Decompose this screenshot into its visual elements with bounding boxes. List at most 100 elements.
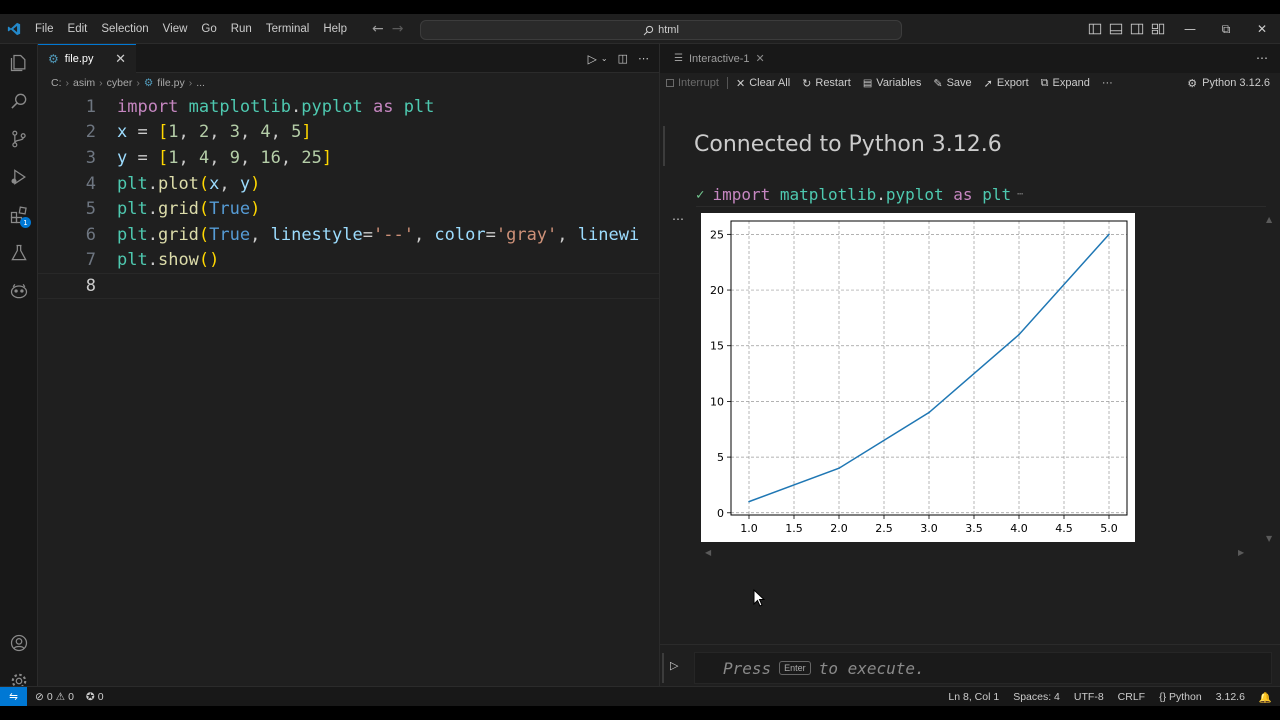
menu-selection[interactable]: Selection bbox=[94, 14, 155, 44]
run-debug-icon[interactable] bbox=[0, 158, 38, 196]
status-bar: ⇋ ⊘ 0 ⚠ 0 ✪ 0 Ln 8, Col 1 Spaces: 4 UTF-… bbox=[0, 686, 1280, 707]
code-input-field[interactable]: Press Enter to execute. bbox=[694, 652, 1272, 684]
breadcrumb-item[interactable]: file.py bbox=[157, 77, 184, 89]
arrow-back-icon[interactable]: ← bbox=[372, 21, 384, 37]
menu-go[interactable]: Go bbox=[194, 14, 223, 44]
testing-flask-icon[interactable] bbox=[0, 234, 38, 272]
source-control-icon[interactable] bbox=[0, 120, 38, 158]
scroll-left-icon[interactable]: ◀ bbox=[705, 548, 711, 557]
scroll-right-icon[interactable]: ▶ bbox=[1238, 548, 1244, 557]
executed-cell[interactable]: ✓ import matplotlib.pyplot as plt ⋯ bbox=[696, 183, 1266, 207]
breadcrumb: C: › asim › cyber › ⚙ file.py › ... bbox=[38, 73, 659, 93]
account-icon[interactable] bbox=[0, 624, 38, 662]
vscode-logo-icon bbox=[0, 14, 28, 44]
scroll-up-icon[interactable]: ▲ bbox=[1266, 215, 1272, 224]
toggle-panel-icon[interactable] bbox=[1109, 22, 1123, 36]
customize-layout-icon[interactable] bbox=[1151, 22, 1165, 36]
toggle-primary-sidebar-icon[interactable] bbox=[1088, 22, 1102, 36]
line-ending[interactable]: CRLF bbox=[1118, 691, 1145, 703]
save-label: Save bbox=[946, 77, 972, 89]
x-tick-label: 1.0 bbox=[740, 522, 758, 535]
status-right: Ln 8, Col 1 Spaces: 4 UTF-8 CRLF {} Pyth… bbox=[948, 687, 1272, 707]
plot-output: 1.0 1.5 2.0 2.5 3.0 3.5 4.0 4.5 5.0 0 5 10 15 20 25 bbox=[701, 213, 1135, 542]
restart-button[interactable]: ↻ Restart bbox=[796, 73, 857, 93]
y-tick-label: 25 bbox=[710, 228, 724, 241]
explorer-icon[interactable] bbox=[0, 44, 38, 82]
menu-terminal[interactable]: Terminal bbox=[259, 14, 316, 44]
minimize-icon[interactable]: — bbox=[1172, 14, 1208, 44]
problems-indicator[interactable]: ⊘ 0 ⚠ 0 bbox=[35, 691, 74, 703]
toggle-secondary-sidebar-icon[interactable] bbox=[1130, 22, 1144, 36]
clear-all-button[interactable]: ✕ Clear All bbox=[730, 73, 796, 93]
menu-edit[interactable]: Edit bbox=[61, 14, 95, 44]
interrupt-button[interactable]: Interrupt bbox=[660, 73, 725, 93]
success-check-icon: ✓ bbox=[696, 186, 705, 203]
copilot-icon[interactable] bbox=[0, 272, 38, 310]
expand-button[interactable]: ⧉ Expand bbox=[1035, 73, 1096, 93]
run-cell-icon[interactable]: ▷ bbox=[670, 659, 678, 672]
close-tab-icon[interactable]: ✕ bbox=[115, 51, 126, 67]
letterbox-bottom bbox=[0, 706, 1280, 720]
cursor-position[interactable]: Ln 8, Col 1 bbox=[948, 691, 999, 703]
more-actions-icon[interactable]: ⋯ bbox=[638, 52, 649, 65]
code-text: x = [1, 2, 3, 4, 5] bbox=[117, 122, 312, 143]
breadcrumb-item[interactable]: C: bbox=[51, 77, 62, 89]
line-chart: 1.0 1.5 2.0 2.5 3.0 3.5 4.0 4.5 5.0 0 5 10 15 20 25 bbox=[710, 220, 1128, 535]
run-dropdown-icon[interactable]: ⌄ bbox=[601, 54, 608, 63]
toolbar-more-button[interactable]: ··· bbox=[1096, 73, 1119, 93]
code-line: 2 x = [1, 2, 3, 4, 5] bbox=[38, 120, 659, 146]
export-button[interactable]: ➚ Export bbox=[978, 73, 1035, 93]
restart-icon: ↻ bbox=[802, 77, 812, 90]
menu-run[interactable]: Run bbox=[224, 14, 259, 44]
save-button[interactable]: ✎ Save bbox=[927, 73, 977, 93]
code-text: plt.grid(True) bbox=[117, 199, 261, 220]
search-view-icon[interactable] bbox=[0, 82, 38, 120]
chevron-right-icon: › bbox=[136, 77, 140, 89]
arrow-forward-icon[interactable]: → bbox=[392, 21, 404, 37]
split-editor-icon[interactable]: ◫ bbox=[618, 52, 628, 65]
extensions-icon[interactable]: 1 bbox=[0, 196, 38, 234]
output-more-icon[interactable]: ⋯ bbox=[672, 212, 684, 226]
line-number: 3 bbox=[85, 147, 96, 168]
menu-file[interactable]: File bbox=[28, 14, 61, 44]
close-tab-icon[interactable]: ✕ bbox=[756, 52, 765, 65]
ports-indicator[interactable]: ✪ 0 bbox=[86, 691, 104, 703]
data-point bbox=[1108, 233, 1110, 236]
close-window-icon[interactable]: ✕ bbox=[1244, 14, 1280, 44]
line-number: 5 bbox=[85, 199, 96, 220]
code-line: 6 plt.grid(True, linestyle='--', color='… bbox=[38, 222, 659, 248]
breadcrumb-item[interactable]: asim bbox=[73, 77, 95, 89]
encoding[interactable]: UTF-8 bbox=[1074, 691, 1104, 703]
data-point bbox=[928, 411, 930, 414]
code-editor[interactable]: 1 import matplotlib.pyplot as plt 2 x = … bbox=[38, 94, 659, 654]
run-python-file-icon[interactable]: ▷ bbox=[588, 52, 597, 66]
breadcrumb-item[interactable]: ... bbox=[196, 77, 205, 89]
code-line: 3 y = [1, 4, 9, 16, 25] bbox=[38, 145, 659, 171]
tab-interactive-1[interactable]: ☰ Interactive-1 ✕ bbox=[666, 44, 773, 73]
x-tick-label: 4.0 bbox=[1010, 522, 1028, 535]
code-line: 5 plt.grid(True) bbox=[38, 196, 659, 222]
indentation[interactable]: Spaces: 4 bbox=[1013, 691, 1060, 703]
more-actions-icon[interactable]: ⋯ bbox=[1256, 44, 1268, 73]
expand-icon: ⧉ bbox=[1040, 76, 1049, 89]
remote-indicator-icon[interactable]: ⇋ bbox=[0, 686, 27, 707]
command-center[interactable]: html bbox=[420, 20, 902, 40]
tab-file-py[interactable]: ⚙ file.py ✕ bbox=[38, 44, 136, 73]
warning-count: 0 bbox=[68, 690, 74, 703]
kernel-picker[interactable]: ⚙ Python 3.12.6 bbox=[1187, 73, 1270, 93]
restore-icon[interactable]: ⧉ bbox=[1208, 14, 1244, 44]
breadcrumb-item[interactable]: cyber bbox=[107, 77, 133, 89]
notifications-bell-icon[interactable]: 🔔 bbox=[1259, 691, 1272, 704]
menu-help[interactable]: Help bbox=[316, 14, 354, 44]
line-number: 8 bbox=[85, 275, 96, 296]
collapsed-ellipsis-icon[interactable]: ⋯ bbox=[1017, 189, 1023, 200]
language-mode[interactable]: {} Python bbox=[1159, 691, 1202, 703]
activity-bar: 1 bbox=[0, 44, 38, 689]
line-number: 2 bbox=[85, 122, 96, 143]
window-controls: — ⧉ ✕ bbox=[1172, 14, 1280, 44]
python-version[interactable]: 3.12.6 bbox=[1216, 691, 1245, 703]
x-tick-label: 3.5 bbox=[965, 522, 983, 535]
menu-view[interactable]: View bbox=[156, 14, 195, 44]
variables-button[interactable]: ▤ Variables bbox=[857, 73, 928, 93]
scroll-down-icon[interactable]: ▼ bbox=[1266, 534, 1272, 543]
